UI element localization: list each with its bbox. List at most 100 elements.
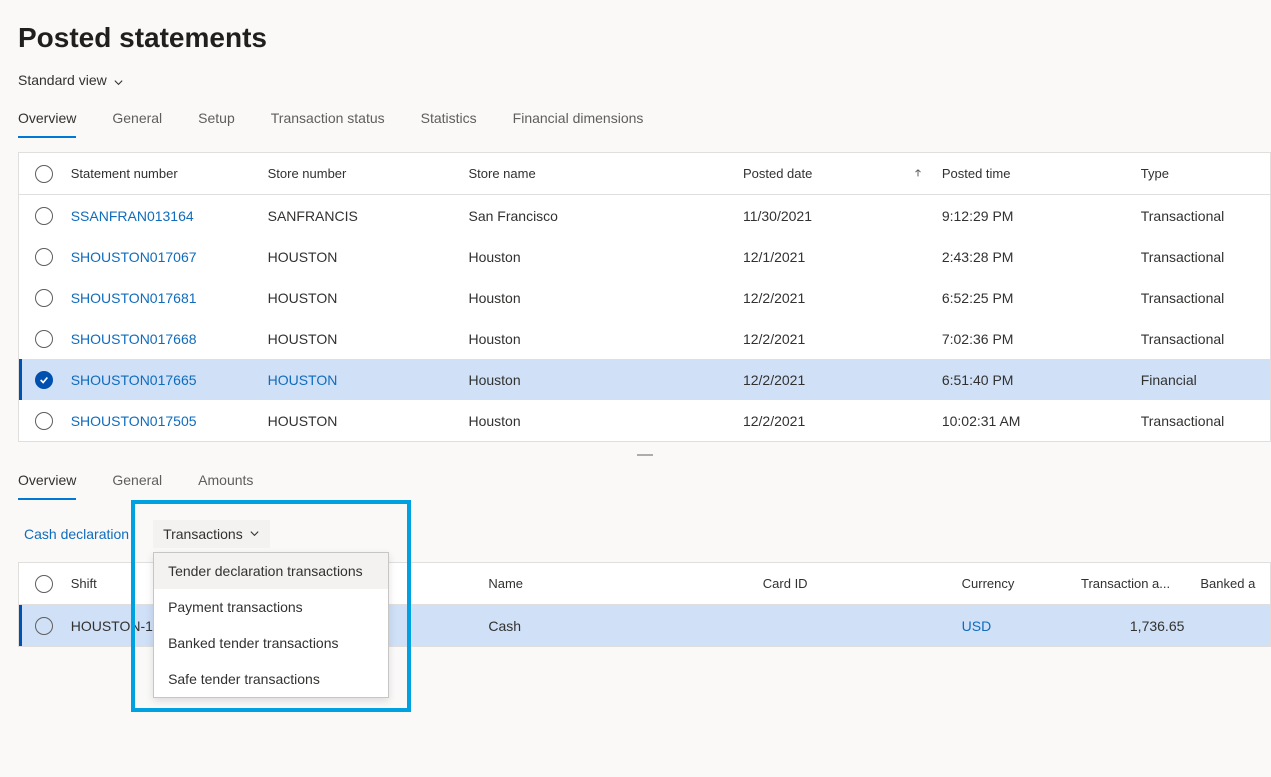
- view-selector[interactable]: Standard view: [18, 72, 124, 88]
- col-header-store-number[interactable]: Store number: [268, 166, 469, 181]
- tab-statistics[interactable]: Statistics: [421, 110, 477, 138]
- checkbox-icon: [35, 330, 53, 348]
- col-header-transaction-amount[interactable]: Transaction a...: [1081, 576, 1200, 591]
- checkbox-icon: [35, 207, 53, 225]
- posted-date-cell: 12/2/2021: [743, 372, 942, 388]
- table-row[interactable]: SHOUSTON017505HOUSTONHouston12/2/202110:…: [19, 400, 1270, 441]
- menu-item-banked-tender-transactions[interactable]: Banked tender transactions: [154, 625, 388, 661]
- cash-declaration-button[interactable]: Cash declaration: [24, 526, 129, 542]
- checkbox-icon: [35, 165, 53, 183]
- store-name-cell: Houston: [468, 372, 742, 388]
- type-cell: Financial: [1141, 372, 1270, 388]
- col-header-posted-date[interactable]: Posted date: [743, 166, 942, 181]
- statements-grid-header: Statement number Store number Store name…: [19, 153, 1270, 195]
- checkbox-icon: [35, 289, 53, 307]
- col-header-posted-time[interactable]: Posted time: [942, 166, 1141, 181]
- posted-date-cell: 12/2/2021: [743, 413, 942, 429]
- statement-number-link[interactable]: SSANFRAN013164: [69, 208, 268, 224]
- store-number-cell: HOUSTON: [268, 249, 469, 265]
- checkbox-icon: [35, 248, 53, 266]
- col-header-posted-date-label: Posted date: [743, 166, 812, 181]
- posted-time-cell: 2:43:28 PM: [942, 249, 1141, 265]
- table-row[interactable]: SHOUSTON017665HOUSTONHouston12/2/20216:5…: [19, 359, 1270, 400]
- sort-asc-icon: [908, 166, 928, 181]
- menu-item-payment-transactions[interactable]: Payment transactions: [154, 589, 388, 625]
- store-name-cell: Houston: [468, 290, 742, 306]
- transactions-menu: Tender declaration transactionsPayment t…: [153, 552, 389, 698]
- store-number-cell: HOUSTON: [268, 413, 469, 429]
- row-checkbox[interactable]: [19, 289, 69, 307]
- transactions-button[interactable]: Transactions: [153, 520, 270, 548]
- tab-transaction-status[interactable]: Transaction status: [271, 110, 385, 138]
- tab-general[interactable]: General: [112, 110, 162, 138]
- detail-tabs: Overview General Amounts: [18, 472, 1271, 500]
- subtab-general[interactable]: General: [112, 472, 162, 500]
- detail-action-bar: Cash declaration Transactions Tender dec…: [18, 520, 1271, 548]
- type-cell: Transactional: [1141, 290, 1270, 306]
- posted-date-cell: 11/30/2021: [743, 208, 942, 224]
- statement-number-link[interactable]: SHOUSTON017668: [69, 331, 268, 347]
- checkbox-icon: [35, 617, 53, 635]
- statement-number-link[interactable]: SHOUSTON017681: [69, 290, 268, 306]
- page-title: Posted statements: [18, 22, 1271, 54]
- col-header-currency[interactable]: Currency: [962, 576, 1081, 591]
- store-number-cell: HOUSTON: [268, 331, 469, 347]
- posted-time-cell: 10:02:31 AM: [942, 413, 1141, 429]
- table-row[interactable]: SHOUSTON017681HOUSTONHouston12/2/20216:5…: [19, 277, 1270, 318]
- posted-date-cell: 12/2/2021: [743, 290, 942, 306]
- subtab-overview[interactable]: Overview: [18, 472, 76, 500]
- store-number-cell: SANFRANCIS: [268, 208, 469, 224]
- row-checkbox[interactable]: [19, 207, 69, 225]
- table-row[interactable]: SHOUSTON017668HOUSTONHouston12/2/20217:0…: [19, 318, 1270, 359]
- posted-time-cell: 6:51:40 PM: [942, 372, 1141, 388]
- menu-item-safe-tender-transactions[interactable]: Safe tender transactions: [154, 661, 388, 697]
- row-checkbox[interactable]: [19, 617, 69, 635]
- row-checkbox[interactable]: [19, 248, 69, 266]
- posted-date-cell: 12/2/2021: [743, 331, 942, 347]
- main-tabs: Overview General Setup Transaction status St…: [18, 110, 1271, 138]
- subtab-amounts[interactable]: Amounts: [198, 472, 253, 500]
- type-cell: Transactional: [1141, 331, 1270, 347]
- col-header-store-name[interactable]: Store name: [468, 166, 742, 181]
- checkbox-icon: [35, 575, 53, 593]
- col-header-name[interactable]: Name: [488, 576, 762, 591]
- posted-time-cell: 7:02:36 PM: [942, 331, 1141, 347]
- col-header-banked-amount[interactable]: Banked a: [1200, 576, 1270, 591]
- store-number-cell: HOUSTON: [268, 290, 469, 306]
- type-cell: Transactional: [1141, 413, 1270, 429]
- select-all-checkbox[interactable]: [19, 165, 69, 183]
- posted-time-cell: 6:52:25 PM: [942, 290, 1141, 306]
- statements-grid: Statement number Store number Store name…: [18, 152, 1271, 442]
- statement-number-link[interactable]: SHOUSTON017665: [69, 372, 268, 388]
- store-number-cell[interactable]: HOUSTON: [268, 372, 469, 388]
- col-header-statement-number[interactable]: Statement number: [69, 166, 268, 181]
- row-checkbox[interactable]: [19, 371, 69, 389]
- table-row[interactable]: SHOUSTON017067HOUSTONHouston12/1/20212:4…: [19, 236, 1270, 277]
- chevron-down-icon: [113, 75, 124, 86]
- menu-item-tender-declaration-transactions[interactable]: Tender declaration transactions: [154, 553, 388, 589]
- store-name-cell: Houston: [468, 331, 742, 347]
- tab-overview[interactable]: Overview: [18, 110, 76, 138]
- row-checkbox[interactable]: [19, 412, 69, 430]
- transactions-button-label: Transactions: [163, 526, 243, 542]
- name-cell: Cash: [488, 618, 762, 634]
- col-header-type[interactable]: Type: [1141, 166, 1270, 181]
- posted-time-cell: 9:12:29 PM: [942, 208, 1141, 224]
- checkbox-icon: [35, 371, 53, 389]
- store-name-cell: Houston: [468, 413, 742, 429]
- currency-link[interactable]: USD: [962, 618, 1081, 634]
- statement-number-link[interactable]: SHOUSTON017505: [69, 413, 268, 429]
- chevron-down-icon: [249, 526, 260, 542]
- view-label: Standard view: [18, 72, 107, 88]
- tab-setup[interactable]: Setup: [198, 110, 235, 138]
- statement-number-link[interactable]: SHOUSTON017067: [69, 249, 268, 265]
- select-all-checkbox[interactable]: [19, 575, 69, 593]
- row-checkbox[interactable]: [19, 330, 69, 348]
- table-row[interactable]: SSANFRAN013164SANFRANCISSan Francisco11/…: [19, 195, 1270, 236]
- grid-splitter[interactable]: [18, 442, 1271, 468]
- type-cell: Transactional: [1141, 249, 1270, 265]
- transaction-amount-cell: 1,736.65: [1081, 618, 1200, 634]
- col-header-card-id[interactable]: Card ID: [763, 576, 962, 591]
- checkbox-icon: [35, 412, 53, 430]
- tab-financial-dimensions[interactable]: Financial dimensions: [513, 110, 644, 138]
